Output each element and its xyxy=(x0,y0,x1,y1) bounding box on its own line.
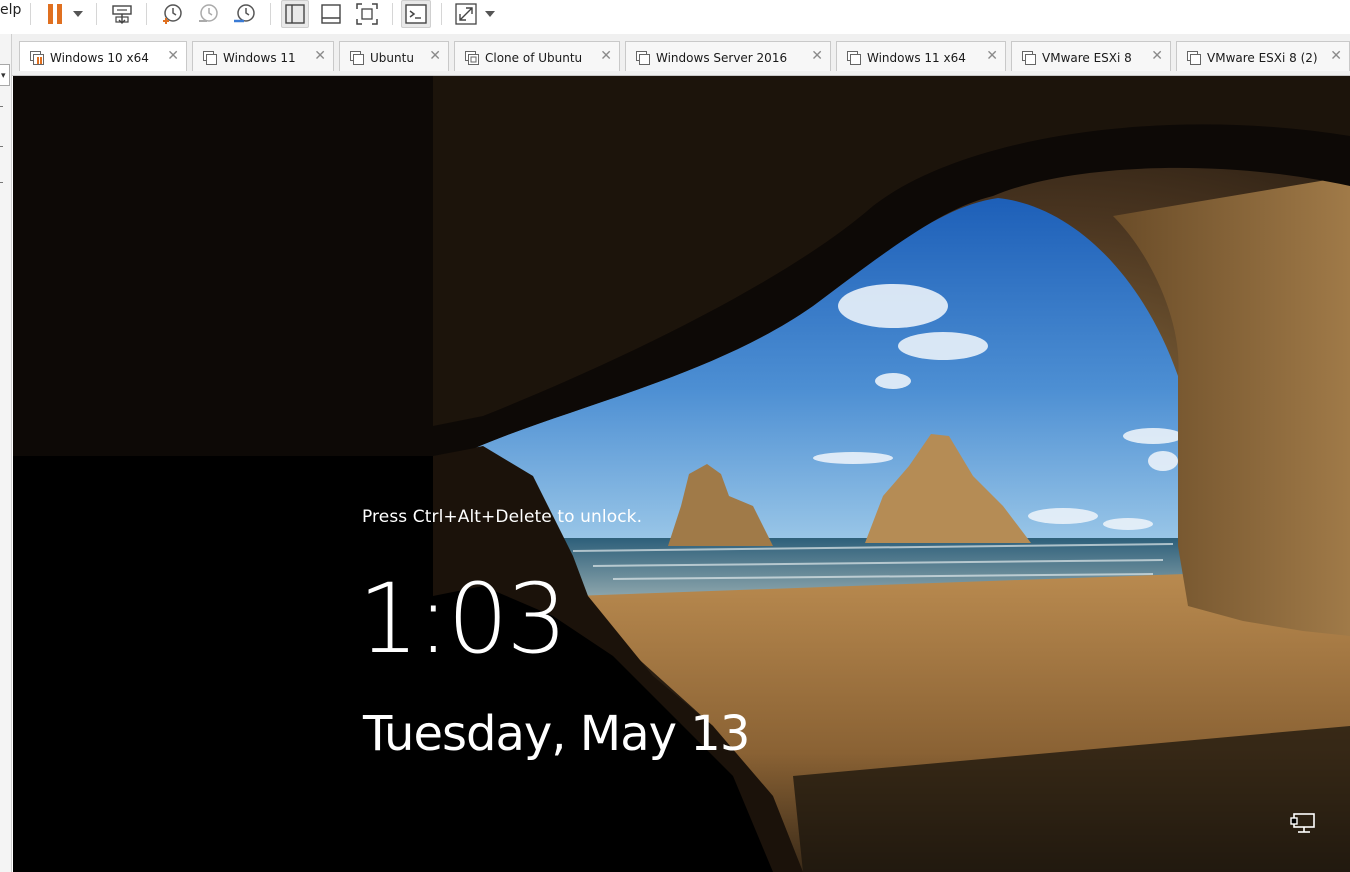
take-snapshot-button[interactable] xyxy=(158,0,186,28)
tab-clone-of-ubuntu[interactable]: Clone of Ubuntu ✕ xyxy=(454,41,620,71)
lockscreen-clock: 1:03 xyxy=(358,563,568,675)
toolbar-separator xyxy=(441,3,442,25)
vm-tab-bar: Windows 10 x64 ✕ Windows 11 ✕ Ubuntu ✕ C… xyxy=(12,34,1350,76)
show-thumbnail-bar-button[interactable] xyxy=(317,0,345,28)
keyboard-icon xyxy=(111,3,133,25)
snapshot-manager-button[interactable] xyxy=(230,0,258,28)
vm-icon xyxy=(1187,51,1202,68)
toolbar: elp xyxy=(0,0,1350,35)
vm-running-icon xyxy=(30,51,45,68)
vm-icon xyxy=(350,51,365,68)
snapshot-manager-icon xyxy=(232,3,256,25)
vm-icon xyxy=(203,51,218,68)
show-library-button[interactable] xyxy=(281,0,309,28)
tab-vmware-esxi-8-2[interactable]: VMware ESXi 8 (2) ✕ xyxy=(1176,41,1350,71)
tab-vmware-esxi-8[interactable]: VMware ESXi 8 ✕ xyxy=(1011,41,1171,71)
library-pane-edge: ▾ xyxy=(0,34,12,872)
vm-clone-icon xyxy=(465,51,480,68)
unlock-hint: Press Ctrl+Alt+Delete to unlock. xyxy=(362,507,643,527)
full-screen-button[interactable] xyxy=(353,0,381,28)
toolbar-separator xyxy=(30,3,31,25)
stretch-icon xyxy=(455,3,477,25)
close-icon[interactable]: ✕ xyxy=(600,48,612,64)
tab-label: Windows Server 2016 xyxy=(656,51,788,65)
chevron-down-icon xyxy=(485,11,495,17)
menu-help[interactable]: elp xyxy=(0,2,21,18)
chevron-down-icon: ▾ xyxy=(1,70,6,80)
power-dropdown-button[interactable] xyxy=(70,0,86,28)
toolbar-separator xyxy=(270,3,271,25)
tab-label: VMware ESXi 8 (2) xyxy=(1207,51,1318,65)
console-view-button[interactable] xyxy=(401,0,431,28)
toolbar-separator xyxy=(146,3,147,25)
toolbar-separator xyxy=(392,3,393,25)
power-suspend-button[interactable] xyxy=(42,0,68,28)
lockscreen-date: Tuesday, May 13 xyxy=(363,706,750,762)
vm-console[interactable]: Press Ctrl+Alt+Delete to unlock. 1:03 Tu… xyxy=(13,76,1350,872)
terminal-icon xyxy=(405,3,427,25)
snapshot-take-icon xyxy=(161,3,183,25)
snapshot-revert-icon xyxy=(197,3,219,25)
chevron-down-icon xyxy=(73,11,83,17)
tab-windows-server-2016[interactable]: Windows Server 2016 ✕ xyxy=(625,41,831,71)
close-icon[interactable]: ✕ xyxy=(429,48,441,64)
close-icon[interactable]: ✕ xyxy=(986,48,998,64)
vm-icon xyxy=(636,51,651,68)
network-wired-icon[interactable] xyxy=(1290,812,1316,839)
divider xyxy=(0,106,3,107)
divider xyxy=(0,146,3,147)
close-icon[interactable]: ✕ xyxy=(314,48,326,64)
tab-ubuntu[interactable]: Ubuntu ✕ xyxy=(339,41,449,71)
tab-label: Windows 11 x64 xyxy=(867,51,966,65)
stretch-guest-button[interactable] xyxy=(452,0,480,28)
pause-icon xyxy=(46,3,64,25)
divider xyxy=(0,182,3,183)
tab-label: Ubuntu xyxy=(370,51,414,65)
tab-windows-11[interactable]: Windows 11 ✕ xyxy=(192,41,334,71)
tab-label: Windows 10 x64 xyxy=(50,51,149,65)
send-ctrl-alt-del-button[interactable] xyxy=(108,0,136,28)
tab-label: Clone of Ubuntu xyxy=(485,51,583,65)
close-icon[interactable]: ✕ xyxy=(1330,48,1342,64)
close-icon[interactable]: ✕ xyxy=(167,48,179,64)
close-icon[interactable]: ✕ xyxy=(811,48,823,64)
toolbar-separator xyxy=(96,3,97,25)
revert-snapshot-button[interactable] xyxy=(194,0,222,28)
tab-label: Windows 11 xyxy=(223,51,296,65)
stretch-dropdown-button[interactable] xyxy=(482,0,498,28)
tab-windows-10-x64[interactable]: Windows 10 x64 ✕ xyxy=(19,41,187,71)
tab-label: VMware ESXi 8 xyxy=(1042,51,1132,65)
tab-windows-11-x64[interactable]: Windows 11 x64 ✕ xyxy=(836,41,1006,71)
vm-icon xyxy=(847,51,862,68)
thumbnail-bar-icon xyxy=(321,4,341,24)
library-pane-icon xyxy=(285,4,305,24)
close-icon[interactable]: ✕ xyxy=(1151,48,1163,64)
library-dropdown[interactable]: ▾ xyxy=(0,64,10,86)
vm-icon xyxy=(1022,51,1037,68)
full-screen-icon xyxy=(356,3,378,25)
